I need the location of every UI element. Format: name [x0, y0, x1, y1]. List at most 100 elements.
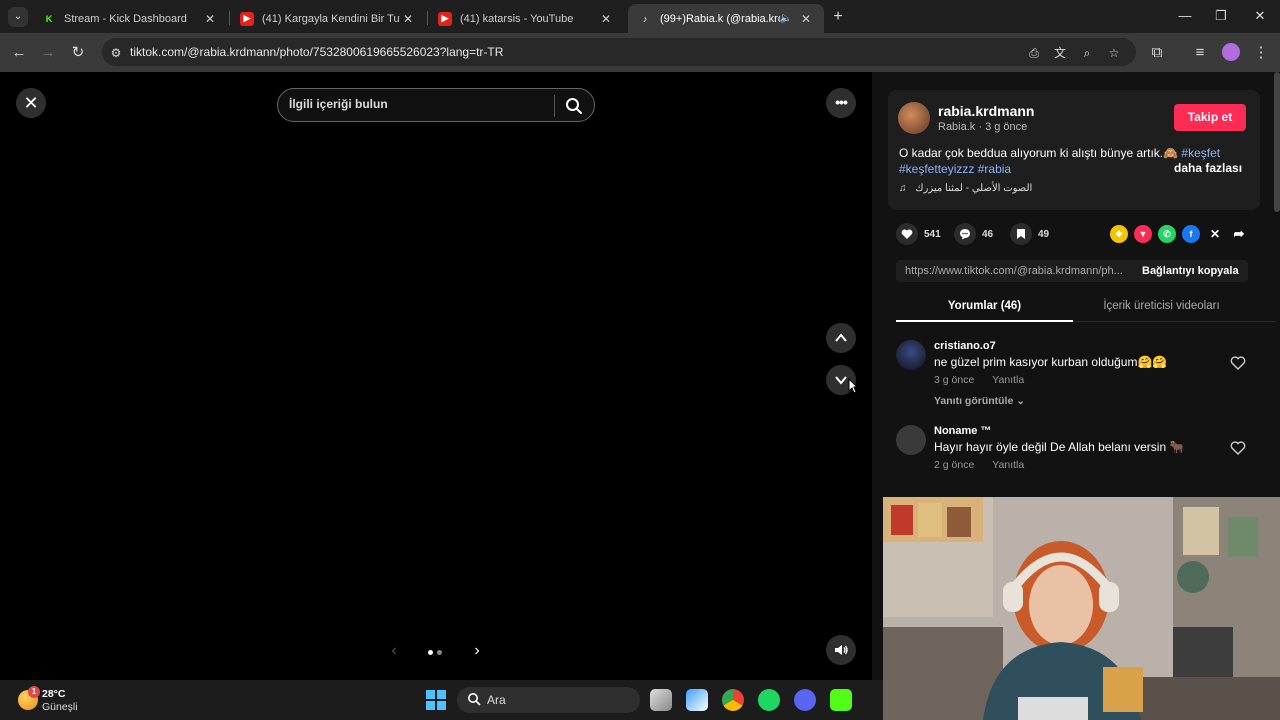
tab-comments[interactable]: Yorumlar (46) — [896, 300, 1073, 312]
comment-username[interactable]: cristiano.o7 — [934, 340, 996, 352]
chevron-down-icon: ⌄ — [1016, 395, 1026, 407]
search-input[interactable] — [289, 97, 549, 111]
close-icon[interactable]: ✕ — [202, 12, 218, 26]
restore-icon[interactable]: ❐ — [1206, 6, 1236, 26]
volume-icon — [835, 645, 848, 655]
chrome-icon[interactable] — [722, 689, 744, 711]
scrollbar[interactable] — [1274, 72, 1280, 212]
see-more-link[interactable]: daha fazlası — [1174, 161, 1242, 175]
close-icon[interactable]: ✕ — [400, 12, 416, 26]
comment-item: cristiano.o7 ne güzel prim kasıyor kurba… — [896, 340, 1266, 412]
facebook-icon[interactable]: f — [1182, 225, 1200, 243]
music-row[interactable]: ♫ الصوت الأصلي - لمثنا ميزرك — [899, 183, 1032, 194]
action-bar: 541 46 49 ❖ ▼ ✆ f ✕ ➦ — [896, 222, 1256, 246]
comment-time: 3 g önce — [934, 374, 975, 386]
heart-outline-icon[interactable] — [1230, 440, 1246, 456]
heart-icon — [896, 223, 918, 245]
photo-dot-active — [428, 650, 433, 655]
hashtag-link[interactable]: #keşfet — [1181, 146, 1220, 160]
kick-app-icon[interactable] — [830, 689, 852, 711]
post-link-text[interactable]: https://www.tiktok.com/@rabia.krdmann/ph… — [905, 265, 1123, 277]
reply-button[interactable]: Yanıtla — [992, 459, 1024, 471]
translate-icon[interactable]: 文 — [1052, 45, 1068, 61]
window-close-icon[interactable]: ✕ — [1245, 6, 1275, 26]
tab-title: Stream - Kick Dashboard — [64, 12, 187, 25]
comment-button[interactable]: 46 — [954, 222, 993, 246]
tab-title: (99+)Rabia.k (@rabia.krdm — [660, 12, 780, 25]
save-button[interactable]: 49 — [1010, 222, 1049, 246]
taskbar-search[interactable]: Ara — [457, 687, 640, 713]
tab-search-button[interactable]: ⌄ — [8, 7, 28, 27]
discord-icon[interactable] — [794, 689, 816, 711]
previous-post-button[interactable] — [826, 323, 856, 353]
author-subline: Rabia.k · 3 g önce — [938, 121, 1028, 133]
comment-meta: 2 g önce Yanıtla — [934, 459, 1024, 471]
close-viewer-button[interactable]: ✕ — [16, 88, 46, 118]
speaker-icon[interactable]: 🔈 — [780, 13, 792, 24]
close-icon[interactable]: ✕ — [598, 12, 614, 26]
hashtag-link[interactable]: #rabia — [978, 162, 1011, 176]
zoom-icon[interactable]: ⌕ — [1079, 45, 1095, 61]
more-options-button[interactable]: ••• — [826, 88, 856, 118]
weather-condition: Güneşli — [42, 701, 78, 713]
snipping-tool-icon[interactable] — [686, 689, 708, 711]
x-twitter-icon[interactable]: ✕ — [1206, 225, 1224, 243]
like-button[interactable]: 541 — [896, 222, 941, 246]
reply-button[interactable]: Yanıtla — [992, 374, 1024, 386]
hashtag-link[interactable]: #keşfetteyizzz — [899, 162, 974, 176]
follow-button[interactable]: Takip et — [1174, 104, 1246, 131]
profile-avatar[interactable] — [1222, 43, 1240, 61]
next-photo-arrow[interactable]: › — [469, 642, 485, 660]
tab-tiktok-rabia[interactable]: ♪ (99+)Rabia.k (@rabia.krdm 🔈 ✕ — [628, 4, 824, 33]
avatar[interactable] — [898, 102, 930, 134]
site-info-icon[interactable]: ⚙ — [108, 45, 124, 61]
music-title: الصوت الأصلي - لمثنا ميزرك — [915, 183, 1033, 194]
copy-link-button[interactable]: Bağlantıyı kopyala — [1142, 265, 1239, 277]
spotify-icon[interactable] — [758, 689, 780, 711]
close-icon[interactable]: ✕ — [798, 12, 814, 26]
avatar[interactable] — [896, 340, 926, 370]
youtube-icon: ▶ — [438, 11, 452, 26]
menu-kebab-icon[interactable]: ⋮ — [1250, 42, 1272, 64]
previous-photo-arrow[interactable]: ‹ — [386, 642, 402, 660]
media-controls-icon[interactable]: ≡ — [1189, 42, 1211, 64]
comment-username[interactable]: Noname ™ — [934, 425, 991, 437]
share-arrow-icon[interactable]: ➦ — [1230, 225, 1248, 243]
task-view-icon[interactable] — [650, 689, 672, 711]
reload-icon[interactable]: ↻ — [67, 42, 89, 64]
photo-viewer: ✕ ••• ‹ › — [0, 72, 872, 680]
install-icon[interactable]: ⎙ — [1026, 45, 1042, 61]
tab-youtube-katarsis[interactable]: ▶ (41) katarsis - YouTube ✕ — [428, 4, 624, 33]
save-count: 49 — [1038, 228, 1050, 240]
bookmark-star-icon[interactable]: ☆ — [1106, 45, 1122, 61]
mouse-cursor — [848, 377, 859, 394]
view-replies-button[interactable]: Yanıtı görüntüle ⌄ — [934, 395, 1025, 407]
whatsapp-icon[interactable]: ✆ — [1158, 225, 1176, 243]
new-tab-button[interactable]: + — [828, 7, 848, 27]
author-username[interactable]: rabia.krdmann — [938, 103, 1034, 119]
url-text[interactable]: tiktok.com/@rabia.krdmann/photo/75328006… — [130, 45, 503, 59]
heart-outline-icon[interactable] — [1230, 355, 1246, 371]
comment-icon — [954, 223, 976, 245]
tab-creator-videos[interactable]: İçerik üreticisi videoları — [1073, 300, 1250, 312]
volume-button[interactable] — [826, 635, 856, 665]
avatar[interactable] — [896, 425, 926, 455]
forward-icon[interactable]: → — [37, 42, 59, 64]
comment-meta: 3 g önce Yanıtla — [934, 374, 1024, 386]
post-info-card: rabia.krdmann Rabia.k · 3 g önce Takip e… — [888, 90, 1260, 210]
search-icon[interactable] — [564, 96, 584, 116]
send-share-icon[interactable]: ▼ — [1134, 225, 1152, 243]
comment-item: Noname ™ Hayır hayır öyle değil De Allah… — [896, 425, 1266, 481]
omnibox[interactable]: ⚙ tiktok.com/@rabia.krdmann/photo/753280… — [102, 38, 1136, 66]
tab-youtube-kargayla[interactable]: ▶ (41) Kargayla Kendini Bir Tutar ✕ — [230, 4, 426, 33]
extensions-icon[interactable]: ⧉ — [1146, 42, 1168, 64]
windows-start-icon[interactable] — [425, 689, 447, 711]
embed-share-icon[interactable]: ❖ — [1110, 225, 1128, 243]
chevron-up-icon — [835, 333, 847, 342]
minimize-icon[interactable]: — — [1170, 6, 1200, 26]
tab-kick-dashboard[interactable]: K Stream - Kick Dashboard ✕ — [32, 4, 228, 33]
windows-taskbar: 1 28°C Güneşli Ara — [0, 680, 883, 720]
temperature: 28°C — [42, 688, 66, 700]
weather-widget[interactable]: 1 28°C Güneşli — [16, 686, 96, 714]
back-icon[interactable]: ← — [8, 42, 30, 64]
